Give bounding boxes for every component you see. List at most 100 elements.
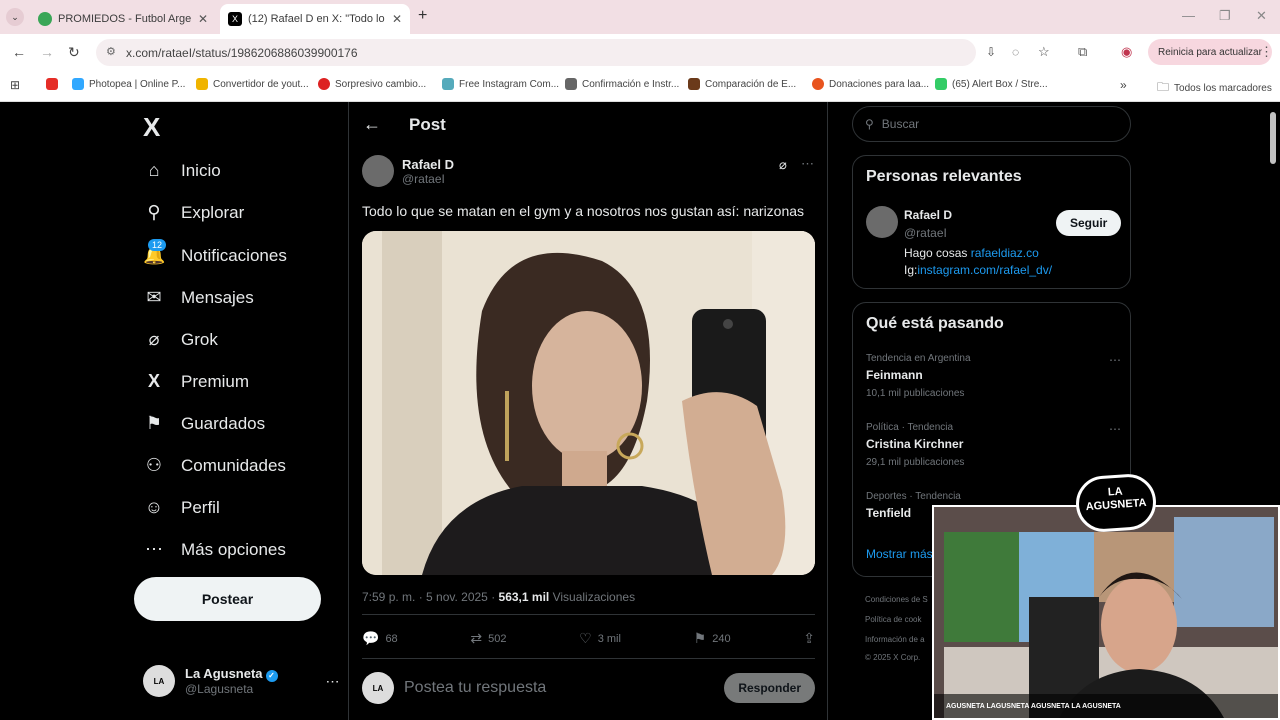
share-icon: ⇪ [803,630,815,646]
grok-icon[interactable]: ⌀ [779,157,787,173]
card-title: Qué está pasando [866,315,1004,332]
account-switcher[interactable]: LA La Agusneta ✓ @Lagusneta ⋯ [143,665,340,697]
footer-link[interactable]: Política de cook [865,615,921,624]
tab-title: (12) Rafael D en X: "Todo lo que [248,13,386,25]
bookmarks-bar: ⊞ Photopea | Online P... Convertidor de … [0,70,1280,102]
post-author[interactable]: Rafael D @rataeI [362,155,454,187]
repost-action[interactable]: ⇄ 502 [470,630,506,647]
nav-explorar[interactable]: ⚲ Explorar [143,202,244,223]
mail-icon: ✉ [146,287,162,307]
forward-icon[interactable]: → [40,44,54,60]
star-icon[interactable]: ☆ [1038,44,1050,60]
bookmark-alertbox[interactable]: (65) Alert Box / Stre... [935,78,1048,90]
more-icon[interactable]: ⋯ [1109,422,1121,436]
left-sidebar: X ⌂ Inicio ⚲ Explorar 🔔 Notificaciones 12 ✉… [0,102,348,720]
reply-input[interactable]: Postea tu respuesta [404,679,714,697]
bio-link[interactable]: instagram.com/rafael_dv/ [917,263,1052,277]
back-icon[interactable]: ← [12,44,26,60]
install-icon[interactable]: ⇩ [986,45,996,59]
browser-toolbar: ← → ↻ ⚙ x.com/rataeI/status/198620688603… [0,34,1280,70]
author-name[interactable]: Rafael D [402,157,454,172]
minimize-icon[interactable]: — [1182,8,1195,23]
footer-link[interactable]: Condiciones de S [865,595,928,604]
footer-link[interactable]: Información de a [865,635,925,644]
back-arrow-icon[interactable]: ← [363,114,381,135]
reload-icon[interactable]: ↻ [68,44,80,61]
bookmark-comparacion[interactable]: Comparación de E... [688,78,796,90]
nav-premium[interactable]: X Premium [143,371,249,392]
bookmark-instagram[interactable]: Free Instagram Com... [442,78,559,90]
bio-link[interactable]: rafaeldiaz.co [971,246,1039,260]
all-bookmarks[interactable]: 🗀 Todos los marcadores [1157,78,1272,99]
post-header: ← Post [363,114,446,135]
x-favicon-icon: X [228,12,242,26]
share-action[interactable]: ⇪ [803,630,815,647]
author-handle[interactable]: @rataeI [402,172,454,186]
bookmark-action[interactable]: ⚑ 240 [694,630,731,647]
close-icon[interactable]: ✕ [198,12,208,26]
address-bar[interactable]: ⚙ x.com/rataeI/status/198620688603990017… [96,39,1050,66]
bookmark-confirmacion[interactable]: Confirmación e Instr... [565,78,679,90]
bookmark-photopea[interactable]: Photopea | Online P... [72,78,185,90]
new-tab-button[interactable]: + [418,7,427,25]
reply-action[interactable]: 💬 68 [362,630,398,647]
more-icon[interactable]: ⋯ [801,156,814,172]
nav-grok[interactable]: ⌀ Grok [143,329,218,350]
tab-search-button[interactable]: ⌄ [6,8,24,26]
eye-off-icon[interactable]: ◌ [1012,45,1019,59]
nav-inicio[interactable]: ⌂ Inicio [143,160,221,181]
bio-line: Ig:instagram.com/rafael_dv/ [904,263,1053,277]
relevant-name[interactable]: Rafael D [904,208,952,222]
more-bookmarks-icon[interactable]: » [1120,78,1127,92]
x-logo[interactable]: X [143,112,160,143]
nav-perfil[interactable]: ☺ Perfil [143,497,220,518]
search-input[interactable]: ⚲ Buscar [852,106,1131,142]
avatar: LA [362,672,394,704]
menu-icon[interactable]: ⋮ [1260,44,1273,60]
close-window-icon[interactable]: ✕ [1256,8,1267,24]
apps-icon[interactable]: ⊞ [10,78,20,92]
trend-item[interactable]: Política · Tendencia Cristina Kirchner 2… [866,422,1121,468]
trend-item[interactable]: Tendencia en Argentina Feinmann 10,1 mil… [866,353,1121,399]
nav-guardados[interactable]: ⚑ Guardados [143,413,265,434]
close-icon[interactable]: ✕ [392,12,402,26]
relaunch-button[interactable]: Reinicia para actualizar [1148,39,1272,65]
tab-promiedos[interactable]: PROMIEDOS - Futbol Argentino ✕ [30,4,216,34]
more-icon[interactable]: ⋯ [1109,353,1121,367]
x-icon: X [147,371,160,391]
page-scrollbar[interactable] [1270,112,1276,164]
tab-x-post[interactable]: X (12) Rafael D en X: "Todo lo que ✕ [220,4,410,34]
relevant-handle[interactable]: @rataeI [904,226,947,240]
tab-title: PROMIEDOS - Futbol Argentino [58,13,192,25]
post-button[interactable]: Postear [134,577,321,621]
post-image[interactable] [362,231,815,575]
bookmark-sorpresivo[interactable]: Sorpresivo cambio... [318,78,426,90]
bookmark-convertidor[interactable]: Convertidor de yout... [196,78,309,90]
relevant-people-card: Personas relevantes Rafael D @rataeI Seg… [852,155,1131,289]
like-action[interactable]: ♡ 3 mil [579,630,621,647]
avatar[interactable] [866,206,898,238]
extensions-icon[interactable]: ⧉ [1078,44,1087,60]
profile-icon[interactable]: ◉ [1121,44,1132,60]
grok-icon: ⌀ [148,329,160,349]
nav-comunidades[interactable]: ⚇ Comunidades [143,455,286,476]
webcam-feed [934,507,1278,718]
verified-icon: ✓ [265,670,278,682]
post-timestamp: 7:59 p. m. · 5 nov. 2025 · [362,590,499,604]
site-info-icon[interactable]: ⚙ [106,45,116,58]
avatar[interactable] [362,155,394,187]
youtube-icon[interactable] [46,78,58,90]
show-more-link[interactable]: Mostrar más [866,547,933,561]
copyright: © 2025 X Corp. [865,653,921,662]
restore-icon[interactable]: ❐ [1219,8,1231,24]
webcam-overlay: AGUSNETA LAGUSNETA AGUSNETA LA AGUSNETA [932,505,1280,720]
bio-line: Hago cosas rafaeldiaz.co [904,246,1039,260]
bookmark-donaciones[interactable]: Donaciones para laa... [812,78,929,90]
bookmark-icon: ⚑ [693,630,707,646]
more-icon[interactable]: ⋯ [326,673,340,690]
nav-mas-opciones[interactable]: ⋯ Más opciones [143,539,286,560]
reply-button[interactable]: Responder [724,673,815,703]
home-icon: ⌂ [148,160,160,180]
follow-button[interactable]: Seguir [1056,210,1122,236]
nav-mensajes[interactable]: ✉ Mensajes [143,287,253,308]
